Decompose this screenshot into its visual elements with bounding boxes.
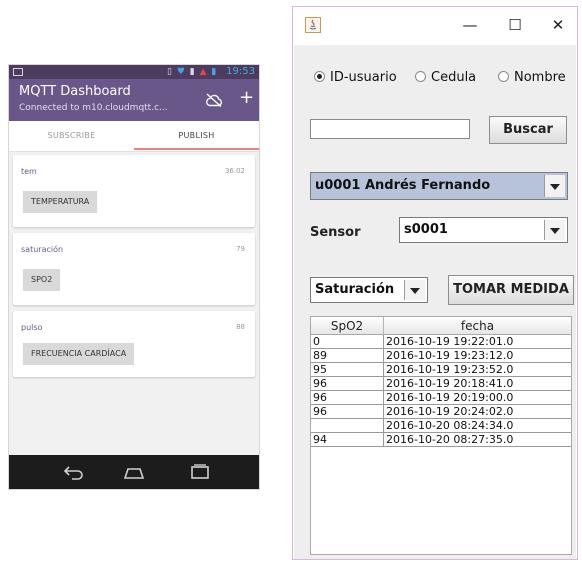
radio-selected-icon [314, 71, 325, 82]
status-bar: ▯ ♥ ▮ ▲ ▮ 19:53 [9, 65, 259, 79]
close-button[interactable]: ✕ [543, 15, 573, 35]
table-row[interactable]: 89 2016-10-19 19:23:12.0 [311, 349, 571, 363]
cell-fecha: 2016-10-19 19:23:52.0 [384, 363, 571, 377]
card-topic: tem [21, 167, 37, 176]
column-header-spo2[interactable]: SpO2 [311, 317, 384, 335]
radio-label: Nombre [514, 70, 566, 85]
radio-nombre[interactable]: Nombre [498, 70, 566, 86]
cell-spo2: 89 [311, 349, 384, 363]
card-topic: saturación [21, 245, 64, 254]
image-notification-icon [13, 68, 23, 76]
tab-subscribe[interactable]: SUBSCRIBE [9, 121, 134, 151]
maximize-button[interactable]: ☐ [500, 15, 530, 35]
measure-type-select[interactable]: Saturación [310, 277, 428, 303]
plus-icon[interactable]: + [239, 88, 254, 108]
measure-type-value: Saturación [315, 282, 395, 297]
radio-unselected-icon [415, 71, 426, 82]
radio-label: Cedula [431, 70, 477, 85]
radio-label: ID-usuario [330, 70, 397, 85]
back-icon[interactable] [63, 463, 85, 481]
cloud-off-icon[interactable] [205, 93, 223, 107]
app-bar: MQTT Dashboard Connected to m10.cloudmqt… [9, 79, 259, 121]
cell-spo2: 94 [311, 433, 384, 447]
sensor-select[interactable]: s0001 [399, 217, 568, 243]
java-window: — ☐ ✕ ID-usuario Cedula Nombre Buscar u0… [292, 6, 578, 560]
user-select[interactable]: u0001 Andrés Fernando [310, 172, 568, 200]
card-value: 36.02 [224, 167, 245, 175]
cell-fecha: 2016-10-19 19:22:01.0 [384, 335, 571, 349]
cell-spo2 [311, 419, 384, 433]
tomar-medida-button[interactable]: TOMAR MEDIDA [448, 275, 574, 305]
publish-card-pulso: pulso 88 FRECUENCIA CARDÍACA [13, 311, 255, 377]
chevron-down-icon[interactable] [544, 220, 565, 240]
cell-spo2: 95 [311, 363, 384, 377]
status-icons: ▯ ♥ ▮ ▲ ▮ [167, 67, 218, 77]
table-row[interactable]: 0 2016-10-19 19:22:01.0 [311, 335, 571, 349]
cell-spo2: 96 [311, 391, 384, 405]
card-value: 79 [236, 245, 245, 253]
window-title-bar: — ☐ ✕ [293, 7, 577, 45]
publish-card-tem: tem 36.02 TEMPERATURA [13, 155, 255, 227]
radio-cedula[interactable]: Cedula [415, 70, 476, 86]
column-header-fecha[interactable]: fecha [384, 317, 571, 335]
cell-fecha: 2016-10-20 08:24:34.0 [384, 419, 571, 433]
window-content: ID-usuario Cedula Nombre Buscar u0001 An… [294, 45, 576, 559]
app-title: MQTT Dashboard [19, 84, 131, 99]
cell-fecha: 2016-10-19 20:18:41.0 [384, 377, 571, 391]
cell-spo2: 0 [311, 335, 384, 349]
tab-publish[interactable]: PUBLISH [134, 121, 259, 151]
cell-spo2: 96 [311, 405, 384, 419]
cell-fecha: 2016-10-19 20:19:00.0 [384, 391, 571, 405]
connection-status: Connected to m10.cloudmqtt.c... [19, 103, 168, 113]
cell-fecha: 2016-10-19 20:24:02.0 [384, 405, 571, 419]
sensor-label: Sensor [310, 225, 361, 240]
tab-bar: SUBSCRIBE PUBLISH [9, 121, 259, 152]
publish-card-saturacion: saturación 79 SPO2 [13, 233, 255, 305]
card-topic: pulso [21, 323, 43, 332]
radio-id-usuario[interactable]: ID-usuario [314, 70, 397, 86]
table-row[interactable]: 94 2016-10-20 08:27:35.0 [311, 433, 571, 447]
cell-fecha: 2016-10-20 08:27:35.0 [384, 433, 571, 447]
card-value: 88 [236, 323, 245, 331]
search-input[interactable] [310, 119, 470, 139]
tab-indicator [134, 148, 259, 150]
table-row[interactable]: 96 2016-10-19 20:24:02.0 [311, 405, 571, 419]
sensor-select-value: s0001 [404, 222, 448, 237]
publish-frecuencia-button[interactable]: FRECUENCIA CARDÍACA [23, 343, 135, 365]
buscar-button[interactable]: Buscar [489, 116, 567, 144]
java-app-icon [305, 17, 321, 33]
chevron-down-icon[interactable] [544, 175, 565, 197]
publish-spo2-button[interactable]: SPO2 [23, 269, 61, 291]
status-time: 19:53 [226, 66, 255, 77]
measurements-table: SpO2 fecha 0 2016-10-19 19:22:01.0 89 20… [310, 316, 572, 555]
table-row[interactable]: 96 2016-10-19 20:19:00.0 [311, 391, 571, 405]
table-row[interactable]: 2016-10-20 08:24:34.0 [311, 419, 571, 433]
table-row[interactable]: 96 2016-10-19 20:18:41.0 [311, 377, 571, 391]
table-row[interactable]: 95 2016-10-19 19:23:52.0 [311, 363, 571, 377]
radio-unselected-icon [498, 71, 509, 82]
chevron-down-icon[interactable] [404, 280, 425, 300]
home-icon[interactable] [123, 465, 145, 479]
publish-temperatura-button[interactable]: TEMPERATURA [23, 191, 98, 213]
cell-fecha: 2016-10-19 19:23:12.0 [384, 349, 571, 363]
recent-apps-icon[interactable] [189, 463, 211, 481]
minimize-button[interactable]: — [455, 15, 485, 35]
user-select-value: u0001 Andrés Fernando [315, 178, 491, 193]
android-phone-screen: ▯ ♥ ▮ ▲ ▮ 19:53 MQTT Dashboard Connected… [8, 64, 260, 490]
cell-spo2: 96 [311, 377, 384, 391]
navigation-bar [9, 455, 259, 489]
